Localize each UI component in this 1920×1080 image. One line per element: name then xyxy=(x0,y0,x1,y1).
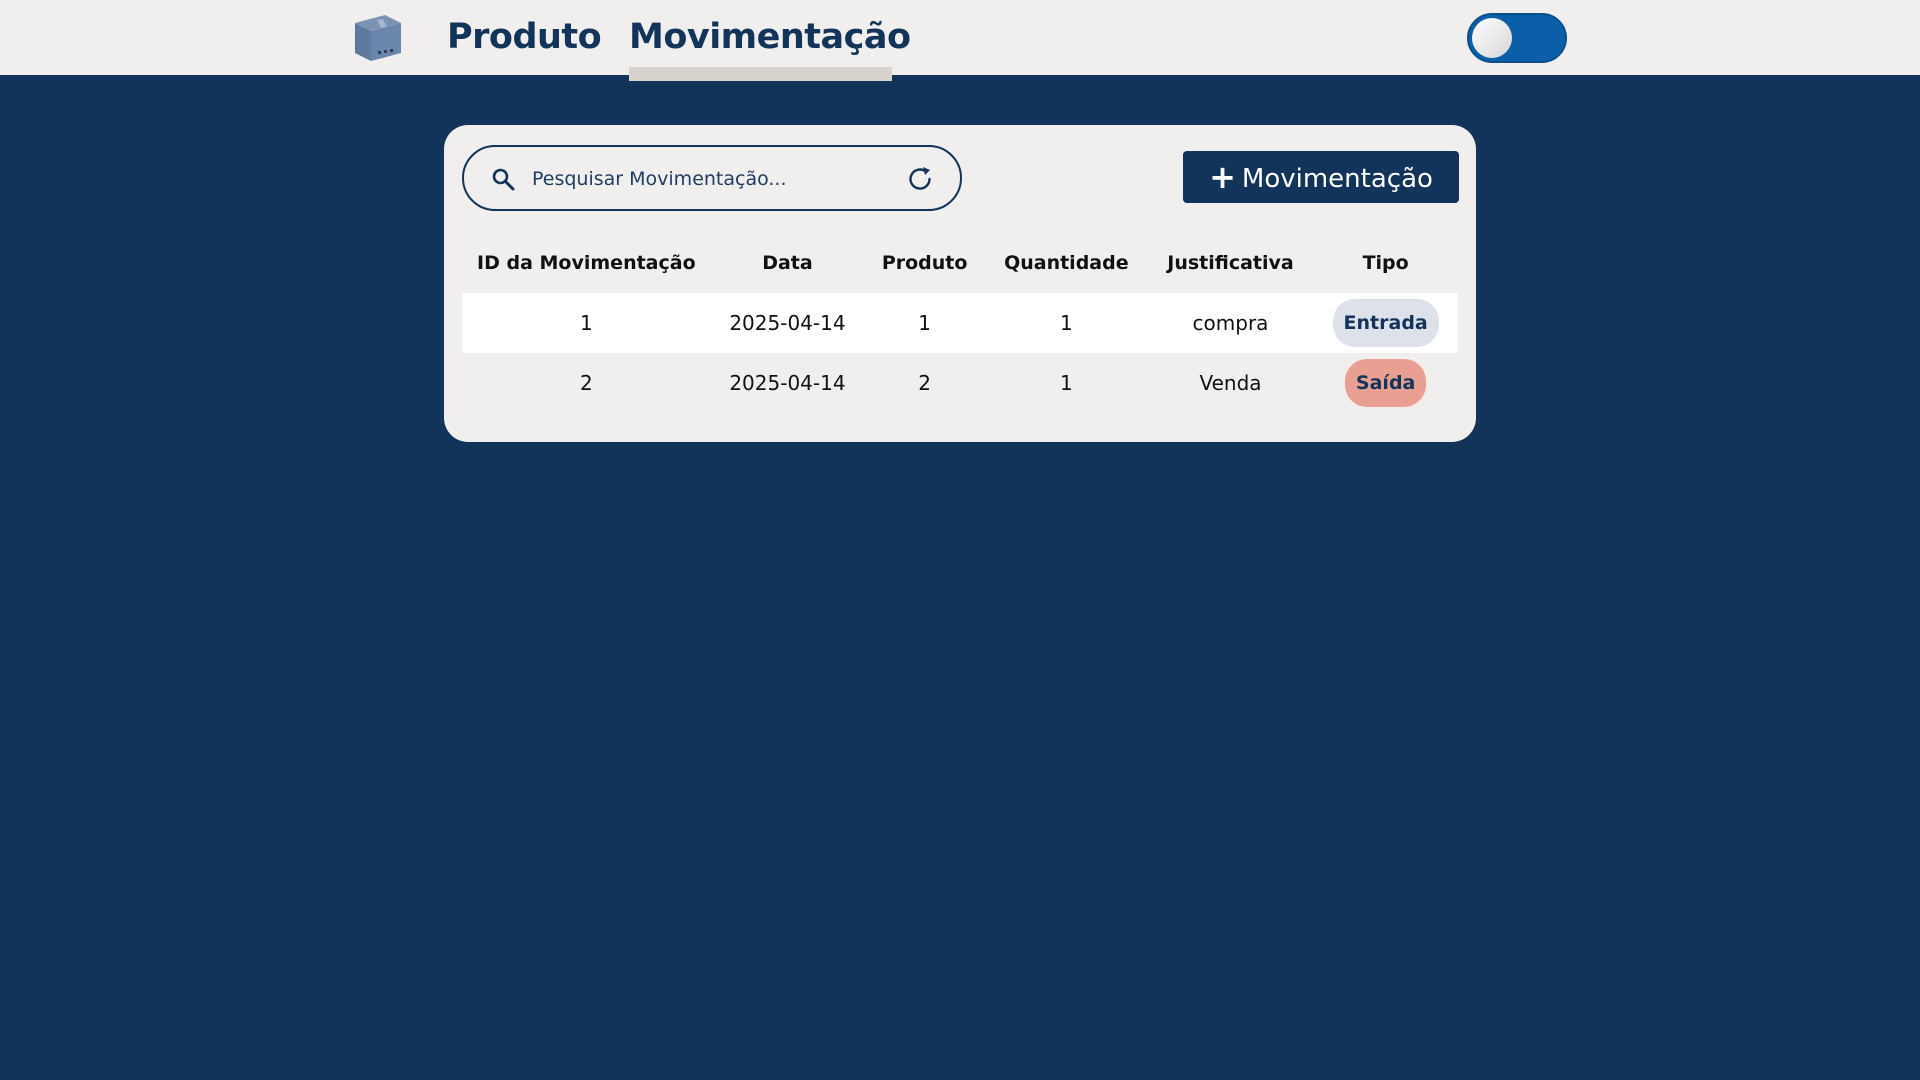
search-box[interactable] xyxy=(462,145,962,211)
add-movimentacao-button[interactable]: + Movimentação xyxy=(1183,151,1459,203)
column-header-data[interactable]: Data xyxy=(711,233,865,293)
nav-tab-produto[interactable]: Produto xyxy=(447,14,602,64)
table-row[interactable]: 2 2025-04-14 2 1 Venda Saída xyxy=(462,353,1458,413)
cell-justificativa: compra xyxy=(1192,311,1269,335)
table-header-row: ID da Movimentação Data Produto Quantida… xyxy=(462,233,1458,293)
column-header-quantidade[interactable]: Quantidade xyxy=(985,233,1148,293)
cell-id: 1 xyxy=(579,311,593,335)
top-navbar: Produto Movimentação xyxy=(0,0,1920,81)
cell-produto: 2 xyxy=(918,371,931,395)
theme-toggle[interactable] xyxy=(1467,13,1567,63)
nav-tab-movimentacao[interactable]: Movimentação xyxy=(629,14,911,64)
active-tab-indicator xyxy=(629,67,892,81)
column-header-produto[interactable]: Produto xyxy=(864,233,985,293)
movimentacao-table: ID da Movimentação Data Produto Quantida… xyxy=(462,233,1458,413)
refresh-icon[interactable] xyxy=(905,164,935,194)
cell-id: 2 xyxy=(579,371,593,395)
cell-quantidade: 1 xyxy=(1059,311,1073,335)
column-header-justificativa[interactable]: Justificativa xyxy=(1148,233,1314,293)
search-input[interactable] xyxy=(530,161,894,197)
column-header-tipo[interactable]: Tipo xyxy=(1313,233,1458,293)
plus-icon: + xyxy=(1209,158,1236,196)
package-box-icon[interactable] xyxy=(351,13,405,63)
status-badge-entrada: Entrada xyxy=(1332,299,1439,347)
cell-tipo: Saída xyxy=(1313,353,1458,413)
movimentacao-panel: +Movimentação ID da Movimentação Data Pr… xyxy=(444,125,1476,442)
cell-produto: 1 xyxy=(918,311,931,335)
column-header-id[interactable]: ID da Movimentação xyxy=(462,233,711,293)
status-badge-saida: Saída xyxy=(1344,359,1427,407)
table-row[interactable]: 1 2025-04-14 1 1 compra Entrada xyxy=(462,293,1458,353)
cell-data: 2025-04-14 xyxy=(729,371,846,395)
toggle-knob xyxy=(1472,18,1512,58)
cell-quantidade: 1 xyxy=(1059,371,1073,395)
search-icon xyxy=(492,168,515,191)
add-button-label: Movimentação xyxy=(1241,164,1433,194)
cell-tipo: Entrada xyxy=(1313,293,1458,353)
cell-justificativa: Venda xyxy=(1199,371,1262,395)
cell-data: 2025-04-14 xyxy=(729,311,846,335)
